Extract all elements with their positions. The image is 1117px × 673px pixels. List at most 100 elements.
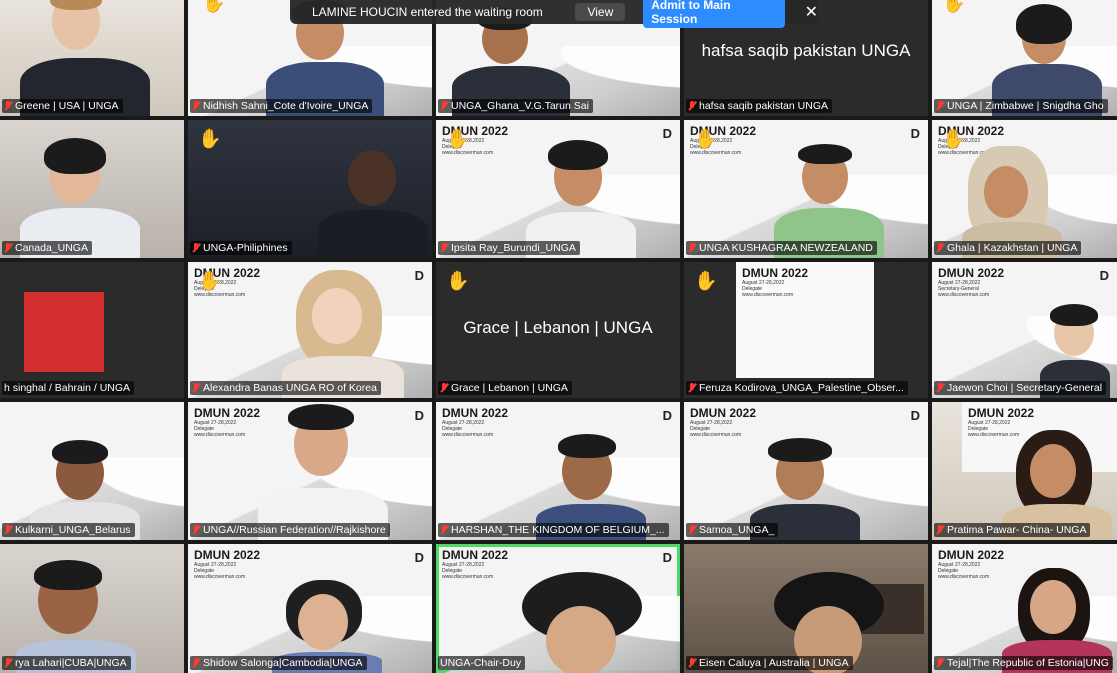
participant-name-label: h singhal / Bahrain / UNGA (2, 381, 135, 395)
slide-logo: D (1099, 268, 1109, 283)
mic-muted-icon (192, 101, 200, 111)
video-tile[interactable]: Kulkarni_UNGA_Belarus (0, 402, 184, 540)
video-tile[interactable]: Canada_UNGA (0, 120, 184, 258)
video-tile[interactable]: DMUN 2022 August 27-28,2022 Delegate www… (436, 120, 680, 258)
participant-name-label: rya Lahari|CUBA|UNGA (2, 656, 131, 670)
mic-muted-icon (4, 658, 12, 668)
participant-name-label: Kulkarni_UNGA_Belarus (2, 523, 135, 537)
slide-subtitle: August 27-28,2022 Delegate www.discoverm… (194, 420, 246, 438)
participant-name-label: UNGA KUSHAGRAA NEWZEALAND (686, 241, 877, 255)
slide-logo: D (910, 408, 920, 423)
slide-logo: D (662, 126, 672, 141)
mic-muted-icon (4, 243, 12, 253)
slide-logo: D (662, 408, 672, 423)
video-tile[interactable]: DMUN 2022 August 27-28,2022 Delegate www… (188, 402, 432, 540)
mic-muted-icon (688, 383, 696, 393)
participant-video (774, 138, 884, 258)
participant-name-label: hafsa saqib pakistan UNGA (686, 99, 832, 113)
slide-subtitle: August 27-28,2022 Delegate www.discoverm… (442, 562, 494, 580)
video-tile[interactable]: h singhal / Bahrain / UNGA (0, 262, 184, 398)
participant-name-label: Nidhish Sahni_Cote d'Ivoire_UNGA (190, 99, 373, 113)
video-tile[interactable]: DMUN 2022 August 27-28,2022 Secretary-Ge… (932, 262, 1117, 398)
raised-hand-icon: ✋ (694, 271, 718, 292)
mic-muted-icon (192, 243, 200, 253)
participant-name-label: Canada_UNGA (2, 241, 92, 255)
slide-logo: D (414, 408, 424, 423)
participant-name-label: Feruza Kodirova_UNGA_Palestine_Obser... (686, 381, 908, 395)
mic-muted-icon (936, 243, 944, 253)
raised-hand-icon: ✋ (942, 0, 966, 14)
participant-video (318, 130, 428, 258)
slide-title: DMUN 2022 (194, 548, 261, 562)
slide-logo: D (662, 550, 672, 565)
participant-name-label: HARSHAN_THE KINGDOM OF BELGIUM_... (438, 523, 669, 537)
participant-name-label: Ipsita Ray_Burundi_UNGA (438, 241, 580, 255)
slide-subtitle: August 27-28,2022 Delegate www.discoverm… (194, 562, 246, 580)
mic-muted-icon (936, 658, 944, 668)
participant-video (516, 572, 656, 673)
video-tile[interactable]: DMUN 2022 August 27-28,2022 Delegate www… (188, 262, 432, 398)
participant-name-label: Jaewon Choi | Secretary-General (934, 381, 1107, 395)
raised-hand-icon: ✋ (446, 271, 470, 292)
slide-logo: D (414, 268, 424, 283)
participant-video (278, 266, 408, 398)
slide-title: DMUN 2022 (442, 406, 509, 420)
slide-subtitle: August 27-28,2022 Secretary-General www.… (938, 280, 990, 298)
mic-muted-icon (440, 243, 448, 253)
participant-name-label: Samoa_UNGA_ (686, 523, 779, 537)
mic-muted-icon (4, 101, 12, 111)
slide-subtitle: August 27-28,2022 Delegate www.discoverm… (938, 562, 990, 580)
video-tile[interactable]: Greene | USA | UNGA (0, 0, 184, 116)
participant-video (258, 402, 388, 540)
raised-hand-icon: ✋ (942, 129, 966, 150)
slide-title: DMUN 2022 (194, 406, 261, 420)
view-button[interactable]: View (575, 3, 626, 21)
participant-name-label: Shidow Salonga|Cambodia|UNGA (190, 656, 367, 670)
raised-hand-icon: ✋ (694, 129, 718, 150)
video-tile[interactable]: Eisen Caluya | Australia | UNGA (684, 544, 928, 673)
video-tile[interactable]: DMUN 2022 August 27-28,2022 Delegate www… (436, 402, 680, 540)
raised-hand-icon: ✋ (198, 271, 222, 292)
participant-name-label: UNGA//Russian Federation//Rajkishore (190, 523, 390, 537)
mic-muted-icon (688, 658, 696, 668)
video-tile[interactable]: ✋ Grace | Lebanon | UNGA Grace | Lebanon… (436, 262, 680, 398)
mic-muted-icon (688, 243, 696, 253)
video-tile[interactable]: ✋ UNGA | Zimbabwe | Snigdha Gho (932, 0, 1117, 116)
video-gallery: Greene | USA | UNGA ✋ Nidhish Sahni_Cote… (0, 0, 1117, 673)
video-tile[interactable]: DMUN 2022 August 27-28,2022 Delegate www… (684, 120, 928, 258)
close-icon[interactable]: ✕ (805, 2, 818, 22)
mic-muted-icon (936, 383, 944, 393)
video-tile[interactable]: DMUN 2022 August 27-28,2022 Delegate www… (932, 544, 1117, 673)
active-speaker-tile[interactable]: DMUN 2022 August 27-28,2022 Delegate www… (436, 544, 680, 673)
video-tile[interactable]: DMUN 2022 August 27-28,2022 Delegate www… (932, 402, 1117, 540)
mic-muted-icon (192, 658, 200, 668)
participant-display-name: Grace | Lebanon | UNGA (463, 318, 653, 337)
video-tile[interactable]: rya Lahari|CUBA|UNGA (0, 544, 184, 673)
video-tile[interactable]: DMUN 2022 August 27-28,2022 Delegate www… (684, 402, 928, 540)
mic-muted-icon (192, 383, 200, 393)
mic-muted-icon (440, 525, 448, 535)
mic-muted-icon (936, 101, 944, 111)
slide-title: DMUN 2022 (690, 406, 757, 420)
video-tile[interactable]: DMUN 2022 August 27-28,2022 Delegate www… (932, 120, 1117, 258)
video-tile[interactable]: ✋ UNGA-Philiphines (188, 120, 432, 258)
video-tile[interactable]: ✋ DMUN 2022 August 27-28,2022 Delegate w… (684, 262, 928, 398)
participant-video (20, 120, 140, 258)
participant-name-label: Tejal|The Republic of Estonia|UNG (934, 656, 1113, 670)
slide-subtitle: August 27-28,2022 Delegate www.discoverm… (690, 420, 742, 438)
raised-hand-icon: ✋ (202, 0, 226, 14)
admit-to-main-session-button[interactable]: Admit to Main Session (643, 0, 785, 28)
mic-muted-icon (192, 525, 200, 535)
mic-muted-icon (936, 525, 944, 535)
participant-name-label: Grace | Lebanon | UNGA (438, 381, 572, 395)
participant-name-label: UNGA-Chair-Duy (438, 656, 526, 670)
slide-logo: D (910, 126, 920, 141)
shared-slide-thumbnail: DMUN 2022 August 27-28,2022 Delegate www… (736, 262, 874, 378)
participant-name-label: Eisen Caluya | Australia | UNGA (686, 656, 853, 670)
participant-name-label: UNGA-Philiphines (190, 241, 292, 255)
participant-name-label: Ghala | Kazakhstan | UNGA (934, 241, 1082, 255)
video-tile[interactable]: DMUN 2022 August 27-28,2022 Delegate www… (188, 544, 432, 673)
slide-title: DMUN 2022 (968, 406, 1035, 420)
slide-title: DMUN 2022 (938, 266, 1005, 280)
mic-muted-icon (688, 525, 696, 535)
